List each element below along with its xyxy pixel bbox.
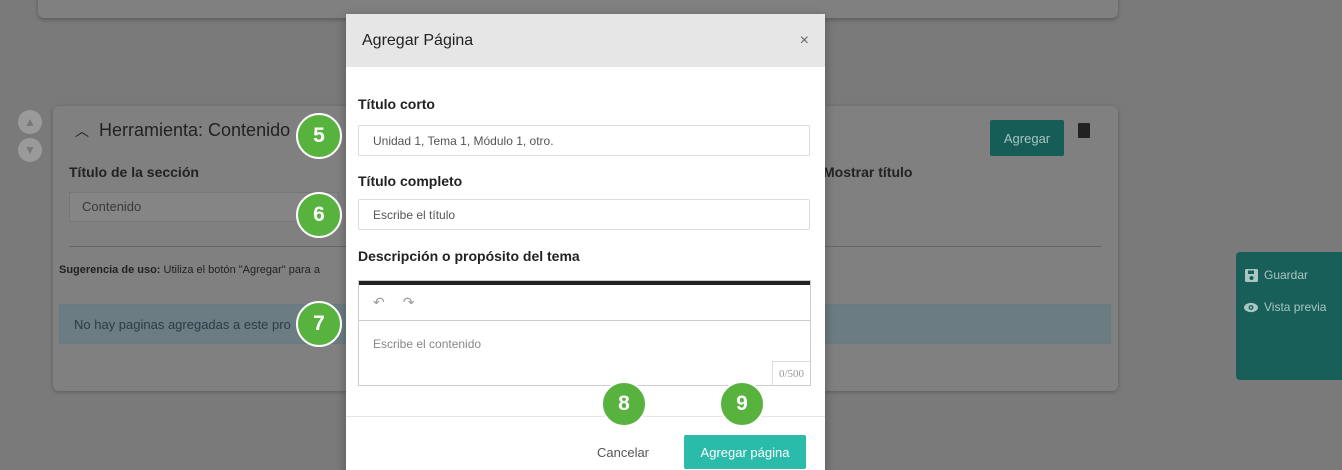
floppy-disk-icon [1244,268,1258,282]
move-down-icon[interactable]: ▼ [18,138,42,162]
move-up-icon[interactable]: ▲ [18,110,42,134]
eye-icon [1244,300,1258,314]
short-title-label: Título corto [358,96,435,112]
usage-hint-prefix: Sugerencia de uso: [59,264,161,276]
undo-icon[interactable]: ↶ [373,294,385,311]
show-title-label: Mostrar título [823,164,913,180]
add-page-submit-button[interactable]: Agregar página [684,435,806,469]
character-counter: 0/500 [771,361,810,385]
step-badge-9: 9 [719,381,765,427]
preview-label: Vista previa [1264,300,1327,314]
floating-action-panel: Guardar Vista previa [1236,252,1342,380]
redo-icon[interactable]: ↷ [403,294,415,311]
add-page-button[interactable]: Agregar [990,120,1064,156]
save-button[interactable]: Guardar [1244,268,1338,282]
step-badge-6: 6 [296,192,342,238]
modal-header: Agregar Página × [346,14,825,67]
modal-title: Agregar Página [362,31,474,49]
chevron-up-icon[interactable]: ︿ [75,121,89,141]
full-title-label: Título completo [358,173,463,189]
description-editor[interactable]: ↶ ↷ Escribe el contenido 0/500 [358,280,811,386]
usage-hint-text: Utiliza el botón "Agregar" para a [163,264,320,276]
step-badge-7: 7 [296,301,342,347]
short-title-input[interactable] [358,125,810,156]
reorder-controls: ▲ ▼ [18,110,42,166]
section-title-label: Título de la sección [69,164,199,180]
description-textarea[interactable]: Escribe el contenido 0/500 [359,321,810,385]
step-badge-8: 8 [601,381,647,427]
full-title-input[interactable] [358,199,810,230]
usage-hint: Sugerencia de uso: Utiliza el botón "Agr… [59,264,320,276]
description-label: Descripción o propósito del tema [358,248,580,264]
step-badge-5: 5 [296,113,342,159]
trash-icon[interactable] [1078,123,1090,138]
tool-card-header[interactable]: ︿ Herramienta: Contenido [75,120,290,141]
close-icon[interactable]: × [800,32,809,50]
tool-card-title: Herramienta: Contenido [99,120,291,140]
description-placeholder: Escribe el contenido [373,337,482,351]
cancel-button[interactable]: Cancelar [588,440,658,464]
editor-toolbar: ↶ ↷ [359,285,810,321]
preview-button[interactable]: Vista previa [1244,300,1338,314]
save-label: Guardar [1264,268,1309,282]
